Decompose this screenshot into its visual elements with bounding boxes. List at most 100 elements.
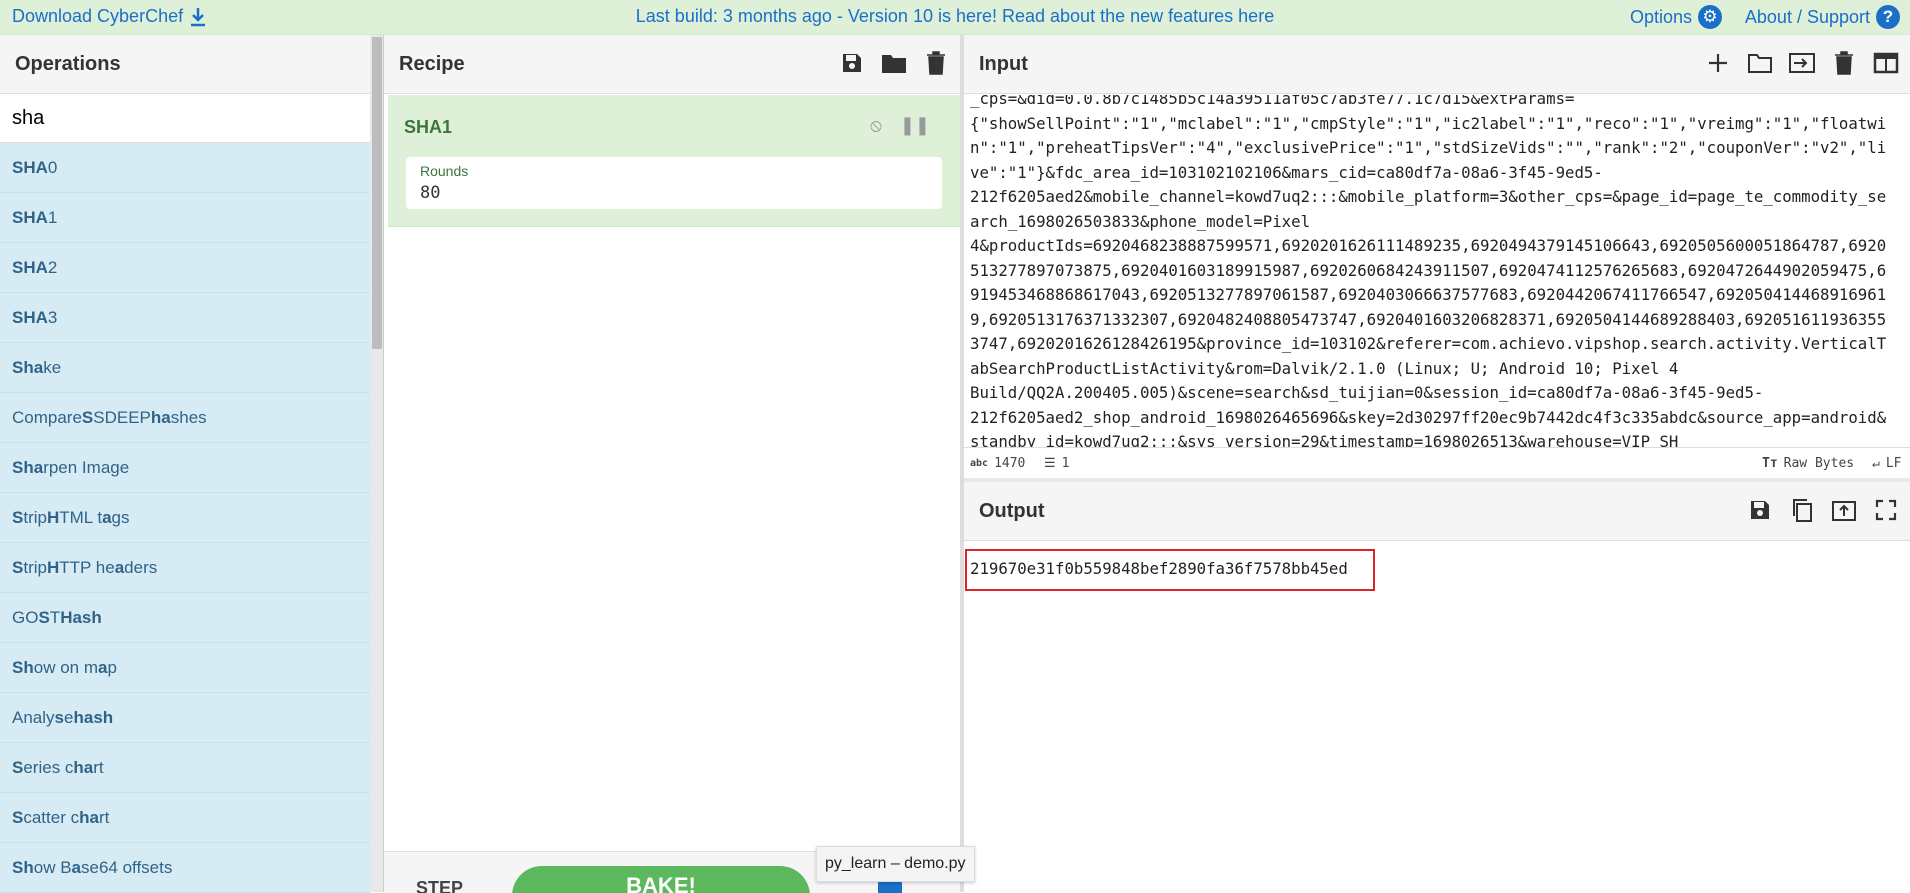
replace-input-icon[interactable] — [1830, 496, 1858, 524]
eol-label[interactable]: LF — [1886, 456, 1902, 471]
rounds-field[interactable]: Rounds 80 — [406, 157, 942, 209]
operation-label-part[interactable]: catter c — [23, 808, 79, 828]
input-textarea[interactable]: _cps=&did=0.0.8b7c1485b5c14a39511af05c7a… — [964, 95, 1910, 447]
input-line[interactable]: standby_id=kowd7uq2:::&sys_version=29&ti… — [970, 430, 1900, 447]
match-highlight[interactable]: a — [72, 858, 81, 878]
input-line[interactable]: 513277897073875,6920401603189915987,6920… — [970, 259, 1900, 284]
input-line[interactable]: arch_1698026503833&phone_model=Pixel — [970, 210, 1900, 235]
match-highlight[interactable]: a — [98, 658, 107, 678]
output-area[interactable]: 219670e31f0b559848bef2890fa36f7578bb45ed — [964, 541, 1910, 892]
operation-label-part[interactable]: ow on m — [34, 658, 98, 678]
operation-label-part[interactable]: eries c — [23, 758, 73, 778]
operation-label-part[interactable]: p — [107, 658, 116, 678]
operation-label-part[interactable]: 0 — [48, 158, 57, 178]
operation-item[interactable]: Compare S SDEEP ha shes — [0, 393, 370, 443]
encoding-selector[interactable]: Tт Raw Bytes — [1762, 456, 1854, 471]
open-folder-icon[interactable] — [1746, 49, 1774, 77]
input-line[interactable]: 212f6205aed2_shop_android_1698026465696&… — [970, 406, 1900, 431]
bake-label[interactable]: BAKE! — [626, 873, 696, 893]
operation-label-part[interactable]: Analy — [12, 708, 55, 728]
output-text[interactable]: 219670e31f0b559848bef2890fa36f7578bb45ed — [970, 559, 1348, 578]
bake-button[interactable]: BAKE! — [512, 866, 810, 893]
input-line[interactable]: 919453468868617043,6920513277897061587,6… — [970, 283, 1900, 308]
match-highlight[interactable]: sh — [82, 608, 102, 628]
input-line[interactable]: {"showSellPoint":"1","mclabel":"1","cmpS… — [970, 112, 1900, 137]
save-recipe-icon[interactable] — [838, 49, 866, 77]
operation-item[interactable]: Sha ke — [0, 343, 370, 393]
operation-label-part[interactable]: trip — [23, 558, 47, 578]
operation-item[interactable]: SHA 3 — [0, 293, 370, 343]
operation-label-part[interactable]: gs — [112, 508, 130, 528]
operation-label-part[interactable]: T — [50, 608, 60, 628]
input-line[interactable]: 3747,6920201626128426195&province_id=103… — [970, 332, 1900, 357]
operation-label-part[interactable]: rpen Image — [43, 458, 129, 478]
input-line[interactable]: 9,6920513176371332307,692048240880547374… — [970, 308, 1900, 333]
operation-item[interactable]: Analy s e ha sh — [0, 693, 370, 743]
help-icon[interactable]: ? — [1876, 5, 1900, 29]
operation-item[interactable]: SHA 2 — [0, 243, 370, 293]
operation-label-part[interactable]: e — [64, 708, 73, 728]
operation-item[interactable]: SHA 0 — [0, 143, 370, 193]
match-highlight[interactable]: Sh — [12, 658, 34, 678]
operation-item[interactable]: SHA 1 — [0, 193, 370, 243]
input-line[interactable]: 4&productIds=6920468238887599571,6920201… — [970, 234, 1900, 259]
about-button[interactable]: About / Support ? — [1745, 5, 1900, 29]
step-button[interactable]: STEP — [416, 878, 463, 893]
operation-item[interactable]: Sh ow Ba se64 offsets — [0, 843, 370, 893]
operation-label-part[interactable]: rt — [99, 808, 109, 828]
operation-item[interactable]: Scatter c ha rt — [0, 793, 370, 843]
match-highlight[interactable]: S — [12, 758, 23, 778]
match-highlight[interactable]: S — [12, 508, 23, 528]
operation-label-part[interactable]: Compare — [12, 408, 82, 428]
layout-icon[interactable] — [1872, 49, 1900, 77]
operation-item[interactable]: GO S T Ha sh — [0, 593, 370, 643]
match-highlight[interactable]: ha — [151, 408, 171, 428]
gear-icon[interactable]: ⚙ — [1698, 5, 1722, 29]
match-highlight[interactable]: a — [115, 558, 124, 578]
match-highlight[interactable]: S — [12, 558, 23, 578]
match-highlight[interactable]: ha — [79, 808, 99, 828]
match-highlight[interactable]: H — [47, 508, 59, 528]
operation-label-part[interactable]: 1 — [48, 208, 57, 228]
operation-label-part[interactable]: 2 — [48, 258, 57, 278]
operation-label-part[interactable]: shes — [171, 408, 207, 428]
match-highlight[interactable]: SHA — [12, 308, 48, 328]
input-line[interactable]: abSearchProductListActivity&rom=Dalvik/2… — [970, 357, 1900, 382]
match-highlight[interactable]: SHA — [12, 208, 48, 228]
operation-label-part[interactable]: ke — [43, 358, 61, 378]
operation-item[interactable]: Sha rpen Image — [0, 443, 370, 493]
operation-label-part[interactable]: se64 offsets — [81, 858, 172, 878]
disable-icon[interactable]: ⦸ — [870, 115, 882, 136]
input-line[interactable]: Build/QQ2A.200405.005)&scene=search&sd_t… — [970, 381, 1900, 406]
operation-label-part[interactable]: rt — [93, 758, 103, 778]
save-output-icon[interactable] — [1746, 496, 1774, 524]
match-highlight[interactable]: Sha — [12, 358, 43, 378]
features-link[interactable]: here — [1238, 6, 1274, 26]
operation-label-part[interactable]: GO — [12, 608, 38, 628]
input-line[interactable]: _cps=&did=0.0.8b7c1485b5c14a39511af05c7a… — [970, 95, 1900, 112]
match-highlight[interactable]: s — [55, 708, 64, 728]
operation-item[interactable]: Strip H TML t a gs — [0, 493, 370, 543]
match-highlight[interactable]: S — [82, 408, 93, 428]
match-highlight[interactable]: Sh — [12, 858, 34, 878]
input-line[interactable]: ve":"1"}&fdc_area_id=103102102106&mars_c… — [970, 161, 1900, 186]
options-button[interactable]: Options ⚙ — [1630, 5, 1722, 29]
match-highlight[interactable]: S — [12, 808, 23, 828]
add-tab-icon[interactable] — [1704, 49, 1732, 77]
operation-label-part[interactable]: ders — [124, 558, 157, 578]
encoding-label[interactable]: Raw Bytes — [1784, 456, 1854, 471]
operation-label-part[interactable]: trip — [23, 508, 47, 528]
match-highlight[interactable]: S — [38, 608, 49, 628]
operation-label-part[interactable]: TTP he — [59, 558, 114, 578]
input-line[interactable]: n":"1","preheatTipsVer":"4","exclusivePr… — [970, 136, 1900, 161]
operation-item[interactable]: Sh ow on map — [0, 643, 370, 693]
match-highlight[interactable]: SHA — [12, 258, 48, 278]
open-file-icon[interactable] — [1788, 49, 1816, 77]
match-highlight[interactable]: ha — [73, 708, 93, 728]
operation-item[interactable]: Strip H TTP he a ders — [0, 543, 370, 593]
operations-scrollbar[interactable] — [370, 35, 383, 892]
about-label[interactable]: About / Support — [1745, 7, 1870, 28]
match-highlight[interactable]: SHA — [12, 158, 48, 178]
load-recipe-icon[interactable] — [880, 49, 908, 77]
operation-item[interactable]: Series c ha rt — [0, 743, 370, 793]
